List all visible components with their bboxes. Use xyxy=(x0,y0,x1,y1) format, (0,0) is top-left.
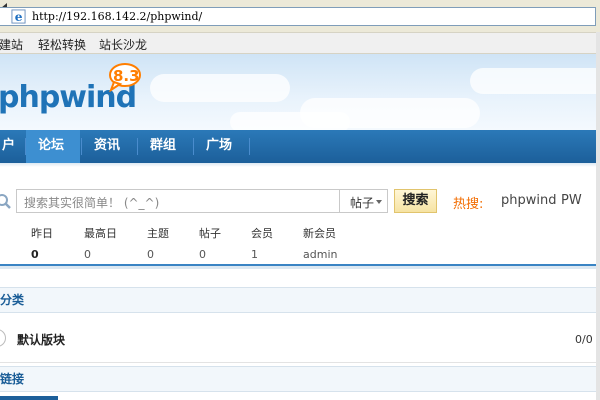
stat-new-member-link[interactable]: admin xyxy=(303,248,337,261)
stat-members: 会员 1 xyxy=(251,225,273,261)
link-qingsong-zhuanhuan[interactable]: 轻松转换 xyxy=(38,36,86,53)
stat-new-member: 新会员 admin xyxy=(303,225,337,261)
stat-label: 主题 xyxy=(147,227,169,240)
logo-version: 8.3 xyxy=(113,67,140,85)
search-button[interactable]: 搜索 xyxy=(394,189,437,213)
stat-label: 新会员 xyxy=(303,227,336,240)
forum-count: 0/0 xyxy=(575,333,593,346)
url-field[interactable]: e http://192.168.142.2/phpwind/ xyxy=(0,7,596,26)
chevron-down-icon xyxy=(376,200,382,204)
search-placeholder: 搜索其实很简单！ (^_^) xyxy=(24,196,160,210)
stat-label: 昨日 xyxy=(31,227,53,240)
nav-item-groups[interactable]: 群组 xyxy=(138,130,188,163)
site-header: phpwind 8.3 xyxy=(0,54,600,130)
url-text: http://192.168.142.2/phpwind/ xyxy=(32,10,203,23)
stat-value: 0 xyxy=(31,248,39,261)
stat-yesterday: 昨日 0 xyxy=(31,225,53,261)
stat-value: 0 xyxy=(199,248,206,261)
stat-value: 1 xyxy=(251,248,258,261)
svg-text:e: e xyxy=(15,10,23,24)
ie-page-icon: e xyxy=(11,9,26,24)
hot-link-phpwind[interactable]: phpwind xyxy=(501,193,556,208)
stat-value: 0 xyxy=(147,248,154,261)
nav-item-forum[interactable]: 论坛 xyxy=(26,130,80,163)
hot-search-label: 热搜: xyxy=(453,197,484,212)
stat-label: 最高日 xyxy=(84,227,117,240)
nav-item-news[interactable]: 资讯 xyxy=(82,130,132,163)
stat-label: 会员 xyxy=(251,227,273,240)
main-nav: 户 论坛 资讯 群组 广场 xyxy=(0,130,600,163)
hot-link-pw[interactable]: PW xyxy=(561,193,582,208)
search-icon xyxy=(0,194,11,209)
section-links-title[interactable]: 链接 xyxy=(0,366,600,392)
stat-max-day: 最高日 0 xyxy=(84,225,117,261)
browser-address-bar: e http://192.168.142.2/phpwind/ xyxy=(0,0,600,32)
link-zhanzhang-shalong[interactable]: 站长沙龙 xyxy=(99,36,147,53)
forum-name-link[interactable]: 默认版块 xyxy=(17,331,65,348)
search-type-label: 帖子 xyxy=(350,196,375,210)
forum-status-icon xyxy=(0,329,6,347)
stat-posts: 帖子 0 xyxy=(199,225,221,261)
stat-label: 帖子 xyxy=(199,227,221,240)
link-jianzhan[interactable]: 建站 xyxy=(0,36,23,53)
stat-topics: 主题 0 xyxy=(147,225,169,261)
nav-item-user[interactable]: 户 xyxy=(0,130,27,163)
section-category-title[interactable]: 分类 xyxy=(0,287,600,313)
stat-value: 0 xyxy=(84,248,91,261)
search-input[interactable]: 搜索其实很简单！ (^_^) xyxy=(16,189,340,213)
window-edge xyxy=(596,32,600,400)
search-type-select[interactable]: 帖子 xyxy=(340,189,388,213)
forum-row: 默认版块 0/0 xyxy=(0,313,600,363)
nav-item-square[interactable]: 广场 xyxy=(194,130,244,163)
links-toolbar: 建站 轻松转换 站长沙龙 xyxy=(0,32,600,54)
